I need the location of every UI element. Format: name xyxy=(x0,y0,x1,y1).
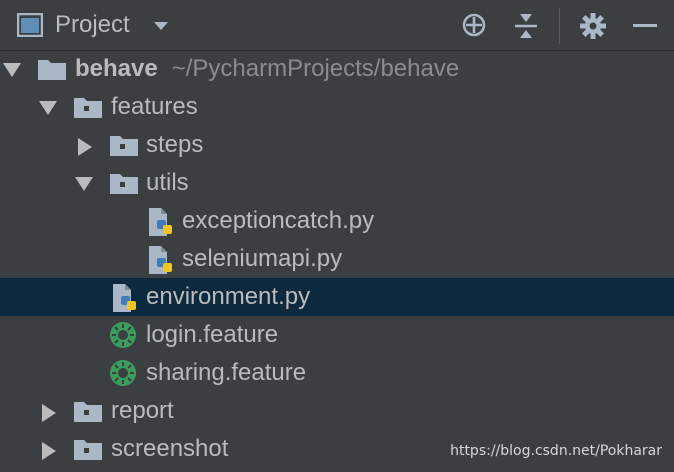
folder-icon xyxy=(74,440,102,460)
tree-item-environment-py[interactable]: environment.py xyxy=(0,278,674,316)
hide-icon[interactable] xyxy=(631,12,659,40)
settings-gear-icon[interactable] xyxy=(579,12,607,40)
collapse-all-icon[interactable] xyxy=(513,12,539,40)
folder-icon xyxy=(74,402,102,422)
folder-icon xyxy=(74,98,102,118)
project-window-icon[interactable] xyxy=(17,13,43,37)
tree-item-label: login.feature xyxy=(146,321,279,348)
expanded-arrow-icon[interactable] xyxy=(74,175,94,193)
tree-item-label: screenshot xyxy=(111,435,229,462)
tree-item-seleniumapi-py[interactable]: seleniumapi.py xyxy=(0,240,674,278)
tree-item-label: seleniumapi.py xyxy=(182,245,343,272)
folder-icon xyxy=(38,60,66,80)
collapsed-arrow-icon[interactable] xyxy=(76,137,94,157)
toolbar-separator xyxy=(559,8,560,44)
tree-item-utils[interactable]: utils xyxy=(0,164,674,202)
locate-icon[interactable] xyxy=(461,12,487,38)
tree-item-label: report xyxy=(111,397,174,424)
collapsed-arrow-icon[interactable] xyxy=(40,441,58,461)
tree-item-label: features xyxy=(111,93,198,120)
tree-item-login-feature[interactable]: login.feature xyxy=(0,316,674,354)
tree-item-sharing-feature[interactable]: sharing.feature xyxy=(0,354,674,392)
tree-item-label: behave ~/PycharmProjects/behave xyxy=(75,55,460,82)
tree-item-report[interactable]: report xyxy=(0,392,674,430)
tree-item-exceptioncatch-py[interactable]: exceptioncatch.py xyxy=(0,202,674,240)
tree-item-steps[interactable]: steps xyxy=(0,126,674,164)
tree-item-label: steps xyxy=(146,131,204,158)
tree-item-label: utils xyxy=(146,169,189,196)
watermark-text: https://blog.csdn.net/Pokharar xyxy=(450,443,662,459)
folder-icon xyxy=(110,136,138,156)
project-tool-window-header: Project xyxy=(0,0,674,50)
expanded-arrow-icon[interactable] xyxy=(2,61,22,79)
python-file-icon xyxy=(149,246,172,274)
dropdown-icon[interactable] xyxy=(152,14,170,36)
python-file-icon xyxy=(113,284,136,312)
tree-item-label: exceptioncatch.py xyxy=(182,207,375,234)
cucumber-icon xyxy=(110,360,136,386)
tree-item-features[interactable]: features xyxy=(0,88,674,126)
expanded-arrow-icon[interactable] xyxy=(38,99,58,117)
folder-icon xyxy=(110,174,138,194)
tree-item-label: environment.py xyxy=(146,283,311,310)
tool-window-title[interactable]: Project xyxy=(55,10,130,40)
tree-item-behave[interactable]: behave ~/PycharmProjects/behave xyxy=(0,50,674,88)
collapsed-arrow-icon[interactable] xyxy=(40,403,58,423)
python-file-icon xyxy=(149,208,172,236)
tree-item-label: sharing.feature xyxy=(146,359,307,386)
project-path: ~/PycharmProjects/behave xyxy=(171,55,460,82)
cucumber-icon xyxy=(110,322,136,348)
